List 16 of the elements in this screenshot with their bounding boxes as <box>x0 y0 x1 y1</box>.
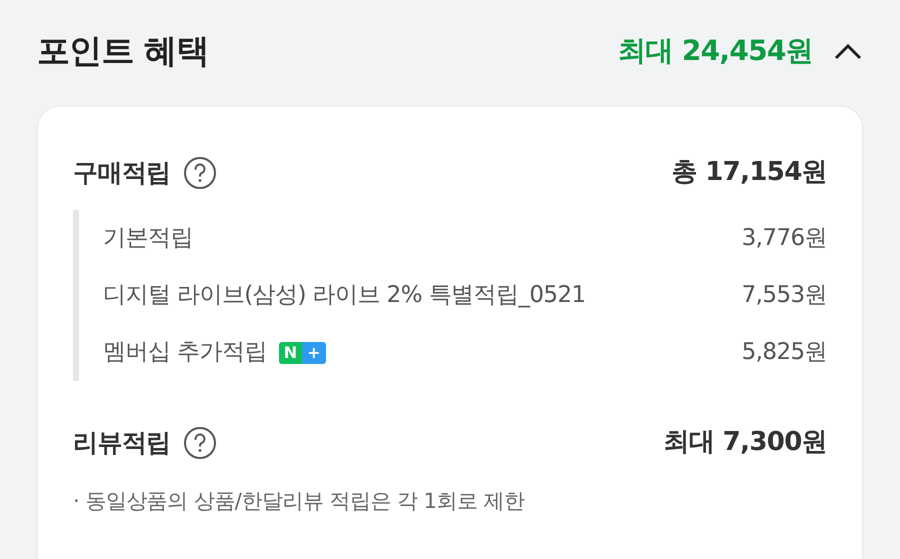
item-label: 디지털 라이브(삼성) 라이브 2% 특별적립_0521 <box>103 281 586 310</box>
section-title: 포인트 혜택 <box>37 30 209 72</box>
section-amount: 총 17,154원 <box>671 156 827 189</box>
item-label: 기본적립 <box>103 224 193 254</box>
max-points: 최대 24,454원 <box>618 33 813 69</box>
item-amount: 5,825원 <box>742 338 827 368</box>
help-icon[interactable] <box>182 156 216 190</box>
item-amount: 7,553원 <box>742 281 827 310</box>
note-text: · 동일상품의 상품/한달리뷰 적립은 각 1회로 제한 <box>73 488 526 515</box>
section-amount: 최대 7,300원 <box>664 426 827 459</box>
section-heading: 리뷰적립 <box>73 426 170 459</box>
item-amount: 3,776원 <box>742 224 827 254</box>
chevron-up-icon[interactable] <box>833 42 863 60</box>
item-label: 멤버십 추가적립 <box>103 338 267 368</box>
help-icon[interactable] <box>182 426 216 460</box>
section-heading: 구매적립 <box>73 156 170 189</box>
